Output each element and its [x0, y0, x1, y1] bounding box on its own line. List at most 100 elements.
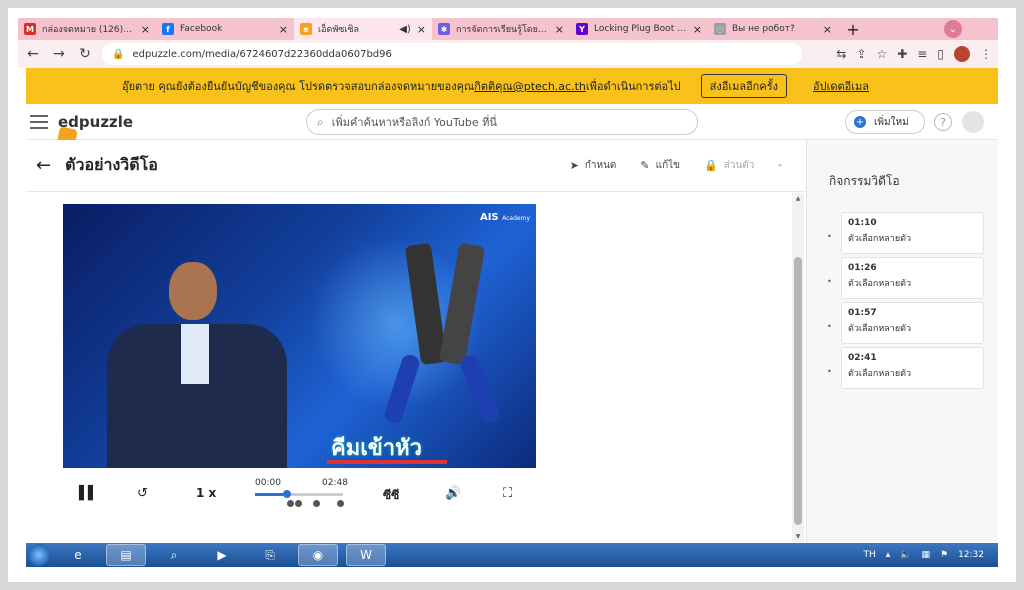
question-card[interactable]: 01:26 ตัวเลือกหลายตัว [841, 257, 984, 299]
star-icon[interactable]: ☆ [877, 47, 888, 61]
word-icon[interactable]: W [346, 544, 386, 566]
close-icon[interactable]: × [693, 23, 702, 36]
back-arrow-icon[interactable]: ← [22, 43, 44, 65]
playback-speed-button[interactable]: 1 x [196, 486, 216, 500]
tab-title: กล่องจดหมาย (126) - a... [42, 25, 135, 35]
tab-title: Facebook [180, 24, 223, 34]
replay-icon[interactable]: ↺ [137, 486, 148, 501]
question-type: ตัวเลือกหลายตัว [848, 324, 912, 334]
bullet: • [827, 277, 832, 286]
video-player[interactable]: AIS Academy คีมเข้าหัว [63, 204, 536, 468]
banner-text: อุ๊ยตาย คุณยังต้องยืนยันบัญชีของคุณ โปรด… [122, 80, 475, 93]
question-marker[interactable] [337, 500, 344, 507]
volume-icon[interactable]: 🔈 [900, 550, 911, 560]
captions-button[interactable]: ซีซี [383, 486, 399, 505]
pdf-icon[interactable]: ⎘ [250, 544, 290, 566]
flag-icon[interactable]: ⚑ [940, 550, 948, 560]
translate-icon[interactable]: ⇆ [836, 47, 846, 61]
tray-arrow-icon[interactable]: ▴ [886, 550, 891, 560]
tab-edpuzzle[interactable]: e เอ็ดพัซเซิล ◀) × [294, 18, 432, 40]
privacy-dropdown[interactable]: 🔒 ส่วนตัว - [704, 158, 806, 173]
side-panel-icon[interactable]: ▯ [937, 47, 944, 61]
system-tray: TH ▴ 🔈 ▦ ⚑ 12:32 [863, 550, 984, 561]
question-marker[interactable] [313, 500, 320, 507]
clock[interactable]: 12:32 [958, 550, 984, 561]
close-icon[interactable]: × [823, 23, 832, 36]
language-indicator[interactable]: TH [863, 550, 875, 560]
search-input[interactable]: ⌕ เพิ่มคำค้นหาหรือลิงก์ YouTube ที่นี่ [306, 109, 698, 135]
question-marker[interactable] [295, 500, 302, 507]
new-tab-button[interactable]: + [842, 18, 864, 40]
tab-yahoo[interactable]: Y Locking Plug Boot - Ya... × [570, 18, 708, 40]
scrubber-handle[interactable] [282, 490, 291, 498]
question-card[interactable]: 01:57 ตัวเลือกหลายตัว [841, 302, 984, 344]
speaker-icon[interactable]: ◀) [399, 24, 411, 35]
fullscreen-icon[interactable]: ⛶ [503, 486, 512, 501]
edit-button[interactable]: ✎ แก้ไข [640, 158, 680, 173]
explorer-icon[interactable]: ▤ [106, 544, 146, 566]
main-scrollbar[interactable]: ▲ ▼ [792, 193, 804, 542]
extensions-icon[interactable]: ✚ [897, 47, 907, 61]
help-icon[interactable]: ? [934, 113, 952, 131]
question-card[interactable]: 02:41 ตัวเลือกหลายตัว [841, 347, 984, 389]
address-bar[interactable]: 🔒 edpuzzle.com/media/6724607d22360dda060… [102, 43, 802, 65]
share-icon[interactable]: ⇪ [856, 47, 866, 61]
tab-search-icon[interactable]: ⌄ [944, 20, 962, 38]
user-avatar[interactable] [962, 111, 984, 133]
tab-facebook[interactable]: f Facebook × [156, 18, 294, 40]
verify-email-banner: อุ๊ยตาย คุณยังต้องยืนยันบัญชีของคุณ โปรด… [26, 68, 998, 104]
app-header: edpuzzle ⌕ เพิ่มคำค้นหาหรือลิงก์ YouTube… [26, 104, 998, 150]
update-email-link[interactable]: อัปเดตอีเมล [813, 77, 869, 95]
question-card[interactable]: 01:10 ตัวเลือกหลายตัว [841, 212, 984, 254]
plus-icon: + [854, 116, 866, 128]
resend-email-button[interactable]: ส่งอีเมลอีกครั้ง [700, 74, 787, 98]
close-icon[interactable]: × [417, 23, 426, 36]
hamburger-menu-icon[interactable] [30, 114, 48, 129]
edpuzzle-logo[interactable]: edpuzzle [56, 113, 133, 150]
media-player-icon[interactable]: ▶ [202, 544, 242, 566]
question-time: 01:57 [848, 308, 877, 318]
toolbar-icons: ⇆ ⇪ ☆ ✚ ≡ ▯ ⋮ [836, 46, 992, 62]
tab-robot-check[interactable]: ◌ Вы не робот? × [708, 18, 838, 40]
question-type: ตัวเลือกหลายตัว [848, 279, 912, 289]
chrome-icon[interactable]: ◉ [298, 544, 338, 566]
forward-arrow-icon[interactable]: → [48, 43, 70, 65]
profile-avatar[interactable] [954, 46, 970, 62]
browser-tab-strip: M กล่องจดหมาย (126) - a... × f Facebook … [18, 18, 998, 40]
menu-icon[interactable]: ⋮ [980, 47, 992, 61]
question-type: ตัวเลือกหลายตัว [848, 234, 912, 244]
reading-list-icon[interactable]: ≡ [917, 47, 927, 61]
question-marker[interactable] [287, 500, 294, 507]
chevron-down-icon: - [778, 160, 782, 171]
network-icon[interactable]: ▦ [921, 550, 930, 560]
presenter-figure [107, 262, 287, 468]
scroll-up-icon[interactable]: ▲ [794, 195, 802, 202]
add-new-button[interactable]: + เพิ่มใหม่ [845, 110, 925, 134]
back-arrow-icon[interactable]: ← [36, 155, 51, 176]
lock-icon: 🔒 [704, 159, 718, 172]
browser-toolbar: ← → ↻ 🔒 edpuzzle.com/media/6724607d22360… [18, 40, 998, 68]
add-new-label: เพิ่มใหม่ [874, 116, 909, 128]
scrollbar-thumb[interactable] [794, 257, 802, 525]
close-icon[interactable]: × [279, 23, 288, 36]
scroll-down-icon[interactable]: ▼ [794, 533, 802, 540]
current-time: 00:00 [255, 478, 281, 488]
duration: 02:48 [322, 478, 348, 488]
search-app-icon[interactable]: ⌕ [154, 544, 194, 566]
facebook-icon: f [162, 23, 174, 35]
volume-icon[interactable]: 🔊 [445, 486, 461, 501]
page-titlebar: ← ตัวอย่างวิดีโอ ➤ กำหนด ✎ แก้ไข 🔒 ส่วนตัว - [26, 140, 806, 192]
tab-learning[interactable]: ✱ การจัดการเรียนรู้โดยใช้ A... × [432, 18, 570, 40]
reload-icon[interactable]: ↻ [74, 43, 96, 65]
lock-icon: 🔒 [112, 48, 125, 60]
pause-icon[interactable]: ▌▌ [79, 486, 98, 501]
assign-button[interactable]: ➤ กำหนด [570, 158, 617, 173]
close-icon[interactable]: × [555, 23, 564, 36]
close-icon[interactable]: × [141, 23, 150, 36]
tab-title: Вы не робот? [732, 24, 795, 34]
tab-gmail[interactable]: M กล่องจดหมาย (126) - a... × [18, 18, 156, 40]
progress-bar[interactable] [255, 490, 343, 498]
ie-icon[interactable]: e [58, 544, 98, 566]
question-time: 02:41 [848, 353, 877, 363]
start-button[interactable] [28, 544, 50, 566]
